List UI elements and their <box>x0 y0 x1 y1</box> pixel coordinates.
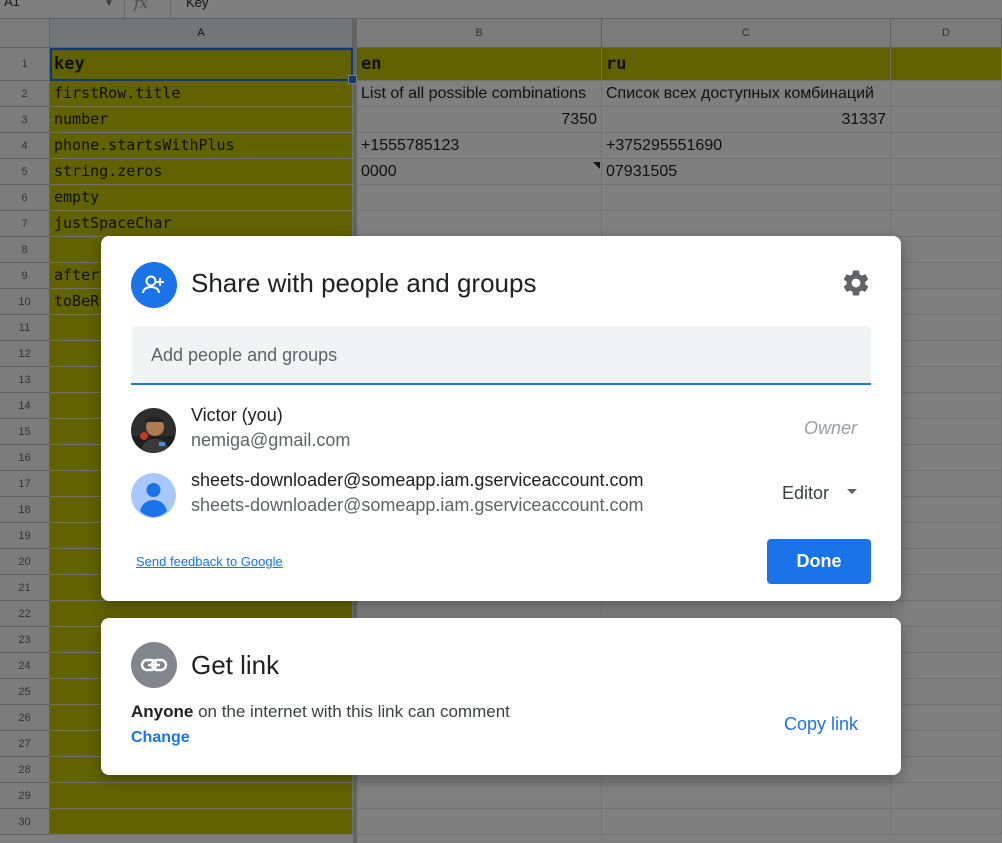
person-email: sheets-downloader@someapp.iam.gserviceac… <box>191 495 644 515</box>
get-link-title: Get link <box>191 650 280 680</box>
person-email: nemiga@gmail.com <box>191 430 351 450</box>
done-button[interactable]: Done <box>767 539 871 584</box>
add-people-field[interactable] <box>131 326 871 385</box>
add-people-input[interactable] <box>131 326 853 384</box>
person-name: sheets-downloader@someapp.iam.gserviceac… <box>191 470 644 490</box>
role-label: Editor <box>781 483 829 503</box>
role-dropdown[interactable]: Editor <box>782 483 857 504</box>
avatar <box>131 408 176 453</box>
chevron-down-icon <box>847 488 857 494</box>
link-icon <box>131 642 177 688</box>
avatar <box>131 473 176 518</box>
change-link-button[interactable]: Change <box>131 729 190 747</box>
send-feedback-link[interactable]: Send feedback to Google <box>136 554 283 569</box>
get-link-dialog: Get link Anyone on the internet with thi… <box>101 618 901 775</box>
copy-link-button[interactable]: Copy link <box>784 714 858 735</box>
share-dialog-title: Share with people and groups <box>191 268 537 298</box>
person-name: Victor (you) <box>191 405 283 425</box>
share-dialog: Share with people and groups Victor (you… <box>101 236 901 601</box>
link-scope-detail: on the internet with this link can comme… <box>193 702 510 721</box>
owner-role-label: Owner <box>803 418 857 438</box>
person-row-editor: sheets-downloader@someapp.iam.gserviceac… <box>131 470 871 529</box>
link-scope: Anyone <box>131 702 194 721</box>
person-row-owner: Victor (you) nemiga@gmail.com Owner <box>131 405 871 464</box>
add-person-icon <box>131 262 177 308</box>
link-access-description: Anyone on the internet with this link ca… <box>131 702 510 722</box>
gear-icon[interactable] <box>841 268 871 298</box>
